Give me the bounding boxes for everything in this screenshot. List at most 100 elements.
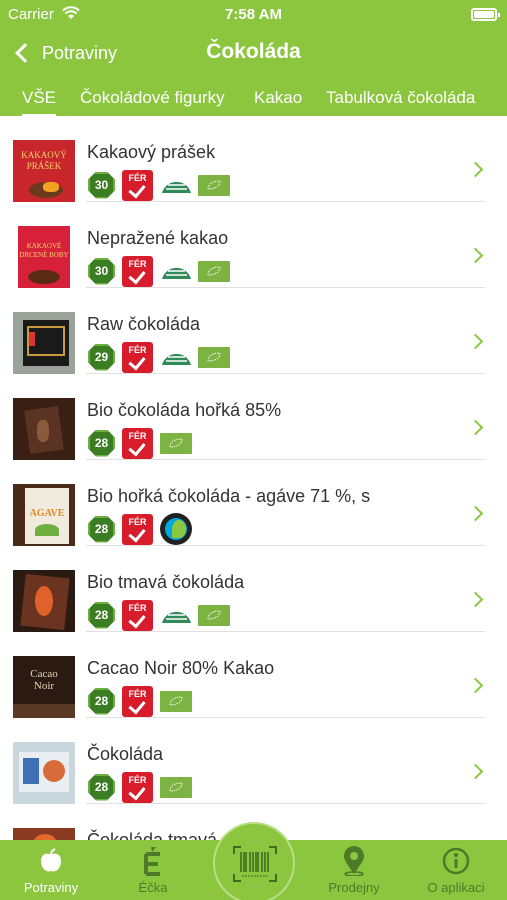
product-image xyxy=(13,398,75,460)
score-badge: 28 xyxy=(88,515,115,543)
nav-bar: Potraviny Čokoláda xyxy=(0,28,507,78)
product-image: Cacao Noir xyxy=(13,656,75,718)
tabbar-label: O aplikaci xyxy=(427,880,485,895)
score-badge: 30 xyxy=(88,257,115,285)
check-icon xyxy=(128,352,146,370)
product-image xyxy=(13,312,75,374)
badges: 28 FÉR xyxy=(88,770,197,804)
check-icon xyxy=(128,438,146,456)
list-item[interactable]: KAKAOVÝ PRÁŠEK Kakaový prášek 30 FÉR xyxy=(0,116,507,202)
check-icon xyxy=(128,696,146,714)
list-item[interactable]: Raw čokoláda 29 FÉR xyxy=(0,288,507,374)
eu-organic-icon xyxy=(160,432,192,454)
product-image: KAKAOVÝ PRÁŠEK xyxy=(13,140,75,202)
score-badge: 30 xyxy=(88,171,115,199)
product-name: Kakaový prášek xyxy=(87,142,216,162)
product-image xyxy=(13,742,75,804)
map-pin-icon xyxy=(309,846,399,876)
tabbar-item-ecka[interactable]: Éčka xyxy=(108,846,198,895)
badges: 30 FÉR xyxy=(88,254,235,288)
product-image xyxy=(13,828,75,840)
chevron-right-icon xyxy=(467,505,484,522)
info-icon xyxy=(411,846,501,876)
chevron-right-icon xyxy=(467,419,484,436)
eu-organic-icon xyxy=(198,174,230,196)
thumb-text: PRÁŠEK xyxy=(26,161,62,171)
battery-icon xyxy=(471,8,500,21)
check-icon xyxy=(128,610,146,628)
score-badge: 29 xyxy=(88,343,115,371)
product-name: Bio hořká čokoláda - agáve 71 %, s xyxy=(87,486,371,506)
fer-badge: FÉR xyxy=(122,771,153,803)
chevron-right-icon xyxy=(467,333,484,350)
fer-badge: FÉR xyxy=(122,341,153,373)
check-icon xyxy=(128,180,146,198)
thumb-text: KAKAOVÝ xyxy=(21,150,67,160)
chevron-right-icon xyxy=(467,161,484,178)
status-bar: Carrier 7:58 AM xyxy=(0,0,507,28)
demeter-icon xyxy=(162,610,191,623)
chevron-right-icon xyxy=(467,247,484,264)
scan-barcode-button[interactable] xyxy=(213,822,295,900)
badges: 28 FÉR xyxy=(88,512,192,546)
list-item[interactable]: AGAVE Bio hořká čokoláda - agáve 71 %, s… xyxy=(0,460,507,546)
tabbar-item-potraviny[interactable]: Potraviny xyxy=(6,846,96,895)
eu-organic-icon xyxy=(198,260,230,282)
tabbar-item-o-aplikaci[interactable]: O aplikaci xyxy=(411,846,501,895)
check-icon xyxy=(128,266,146,284)
thumb-text: Cacao xyxy=(30,668,58,680)
tabbar-label: Prodejny xyxy=(328,880,380,895)
tab-kakao[interactable]: Kakao xyxy=(254,88,302,108)
chevron-right-icon xyxy=(467,677,484,694)
product-image: KAKAOVÉ DRCENÉ BOBY xyxy=(18,226,70,288)
category-tabs: VŠE Čokoládové figurky Kakao Tabulková č… xyxy=(0,78,507,117)
thumb-text: Noir xyxy=(33,680,55,692)
badges: 28 FÉR xyxy=(88,684,197,718)
product-image xyxy=(13,570,75,632)
fer-badge: FÉR xyxy=(122,513,153,545)
score-badge: 28 xyxy=(88,429,115,457)
fairtrade-icon xyxy=(160,513,192,545)
tabbar-label: Potraviny xyxy=(23,880,79,895)
tab-cokoladove-figurky[interactable]: Čokoládové figurky xyxy=(80,88,225,108)
fer-badge: FÉR xyxy=(122,255,153,287)
badges: 29 FÉR xyxy=(88,340,235,374)
tab-tabulkova-cokolada[interactable]: Tabulková čokoláda xyxy=(326,88,475,108)
product-list[interactable]: KAKAOVÝ PRÁŠEK Kakaový prášek 30 FÉR KAK… xyxy=(0,116,507,840)
score-badge: 28 xyxy=(88,773,115,801)
product-name: Čokoláda xyxy=(87,744,164,764)
product-image: AGAVE xyxy=(13,484,75,546)
tabbar-label: Éčka xyxy=(138,880,168,895)
fer-badge: FÉR xyxy=(122,599,153,631)
e-letter-icon xyxy=(108,846,198,876)
eu-organic-icon xyxy=(198,604,230,626)
thumb-text: AGAVE xyxy=(29,508,65,519)
fer-badge: FÉR xyxy=(122,427,153,459)
list-item[interactable]: Cacao Noir Cacao Noir 80% Kakao 28 FÉR xyxy=(0,632,507,718)
fer-badge: FÉR xyxy=(122,169,153,201)
tabbar-item-prodejny[interactable]: Prodejny xyxy=(309,846,399,895)
score-badge: 28 xyxy=(88,601,115,629)
badges: 28 FÉR xyxy=(88,426,197,460)
chevron-right-icon xyxy=(467,763,484,780)
list-item[interactable]: KAKAOVÉ DRCENÉ BOBY Nepražené kakao 30 F… xyxy=(0,202,507,288)
check-icon xyxy=(128,782,146,800)
eu-organic-icon xyxy=(160,690,192,712)
product-name: Nepražené kakao xyxy=(87,228,229,248)
apple-icon xyxy=(6,846,96,876)
check-icon xyxy=(128,524,146,542)
list-item[interactable]: Čokoláda 28 FÉR xyxy=(0,718,507,804)
list-item[interactable]: Bio čokoláda hořká 85% 28 FÉR xyxy=(0,374,507,460)
product-name: Bio čokoláda hořká 85% xyxy=(87,400,282,420)
tab-vse[interactable]: VŠE xyxy=(22,88,57,117)
eu-organic-icon xyxy=(198,346,230,368)
product-name: Cacao Noir 80% Kakao xyxy=(87,658,275,678)
demeter-icon xyxy=(162,266,191,279)
score-badge: 28 xyxy=(88,687,115,715)
fer-badge: FÉR xyxy=(122,685,153,717)
product-name: Bio tmavá čokoláda xyxy=(87,572,245,592)
demeter-icon xyxy=(162,180,191,193)
clock: 7:58 AM xyxy=(225,6,282,23)
badges: 30 FÉR xyxy=(88,168,235,202)
list-item[interactable]: Bio tmavá čokoláda 28 FÉR xyxy=(0,546,507,632)
